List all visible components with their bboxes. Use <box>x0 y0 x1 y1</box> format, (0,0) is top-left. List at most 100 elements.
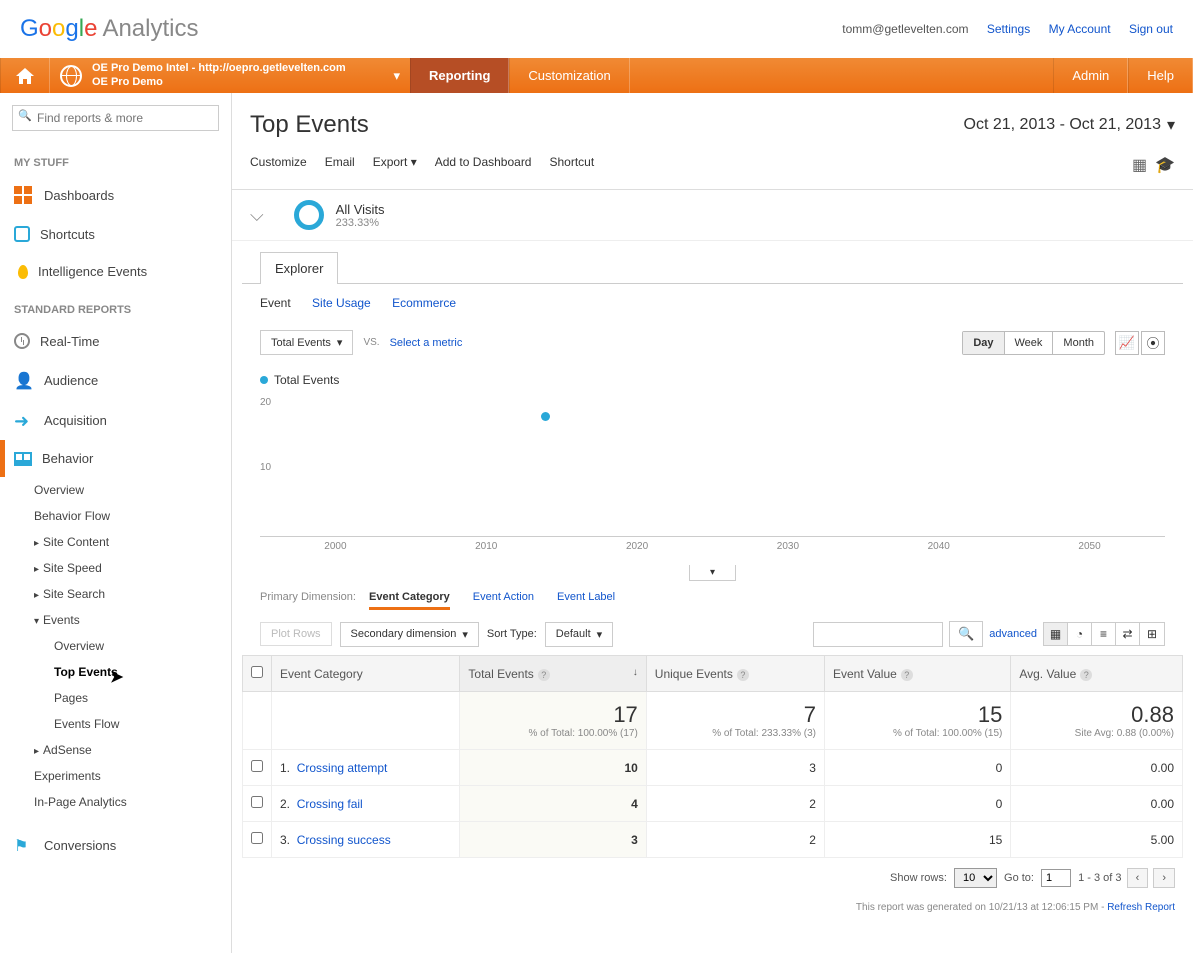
goto-input[interactable] <box>1041 869 1071 887</box>
sidebar: MY STUFF Dashboards Shortcuts Intelligen… <box>0 93 232 953</box>
month-toggle[interactable]: Month <box>1053 332 1104 354</box>
sidebar-acquisition[interactable]: ➜Acquisition <box>0 400 231 440</box>
clock-icon <box>14 333 30 349</box>
x-tick: 2020 <box>626 541 648 552</box>
add-dashboard-button[interactable]: Add to Dashboard <box>435 155 532 175</box>
sub-top-events[interactable]: Top Events ➤ <box>0 659 231 685</box>
sub-site-search[interactable]: Site Search <box>0 581 231 607</box>
admin-tab[interactable]: Admin <box>1053 58 1128 93</box>
expand-segments[interactable]: ⌵ <box>250 205 264 226</box>
table-search-input[interactable] <box>813 622 943 647</box>
explorer-tab[interactable]: Explorer <box>260 252 338 284</box>
sidebar-dashboards[interactable]: Dashboards <box>0 175 231 215</box>
sidebar-audience[interactable]: Audience <box>0 360 231 400</box>
home-icon <box>16 68 34 84</box>
date-range-selector[interactable]: Oct 21, 2013 - Oct 21, 2013▾ <box>964 115 1175 135</box>
sub-behavior-flow[interactable]: Behavior Flow <box>0 503 231 529</box>
sidebar-conversions[interactable]: ⚑Conversions <box>0 825 231 865</box>
help-icon[interactable]: ? <box>901 669 913 681</box>
totals-row: 17% of Total: 100.00% (17) 7% of Total: … <box>243 692 1183 750</box>
rows-select[interactable]: 10 <box>954 868 997 888</box>
sub-site-content[interactable]: Site Content <box>0 529 231 555</box>
week-toggle[interactable]: Week <box>1005 332 1054 354</box>
chart-expand-handle[interactable]: ▾ <box>689 565 736 581</box>
graduation-icon[interactable]: 🎓 <box>1155 155 1175 175</box>
customize-button[interactable]: Customize <box>250 155 307 175</box>
sign-out-link[interactable]: Sign out <box>1129 22 1173 36</box>
col-total-events[interactable]: Total Events?↓ <box>460 656 646 692</box>
sidebar-realtime[interactable]: Real-Time <box>0 322 231 360</box>
dim-event-action[interactable]: Event Action <box>473 591 534 603</box>
category-link[interactable]: Crossing fail <box>297 797 363 811</box>
sidebar-intelligence[interactable]: Intelligence Events <box>0 253 231 290</box>
help-icon[interactable]: ? <box>538 669 550 681</box>
settings-link[interactable]: Settings <box>987 22 1030 36</box>
property-selector[interactable]: OE Pro Demo Intel - http://oepro.getleve… <box>50 58 410 93</box>
sub-adsense[interactable]: AdSense <box>0 737 231 763</box>
view-name: OE Pro Demo <box>92 76 346 89</box>
row-checkbox[interactable] <box>251 832 263 844</box>
col-event-value[interactable]: Event Value? <box>824 656 1010 692</box>
ecommerce-subtab[interactable]: Ecommerce <box>392 296 456 310</box>
help-tab[interactable]: Help <box>1128 58 1193 93</box>
customization-tab[interactable]: Customization <box>509 58 629 93</box>
sub-site-speed[interactable]: Site Speed <box>0 555 231 581</box>
sub-events[interactable]: Events <box>0 607 231 633</box>
bar-view-icon[interactable]: ≡ <box>1092 623 1116 645</box>
reporting-tab[interactable]: Reporting <box>410 58 509 93</box>
segment-name: All Visits <box>336 202 385 217</box>
pie-view-icon[interactable]: ◔ <box>1068 623 1092 645</box>
table-row: 1. Crossing attempt 10 3 0 0.00 <box>243 750 1183 786</box>
metric-selector[interactable]: Total Events ▾ <box>260 330 353 355</box>
help-icon[interactable]: ? <box>737 669 749 681</box>
help-icon[interactable]: ? <box>1080 669 1092 681</box>
pivot-view-icon[interactable]: ⊞ <box>1140 623 1164 645</box>
col-unique-events[interactable]: Unique Events? <box>646 656 824 692</box>
sub-inpage[interactable]: In-Page Analytics <box>0 789 231 815</box>
sub-events-overview[interactable]: Overview <box>0 633 231 659</box>
secondary-dimension[interactable]: Secondary dimension ▾ <box>340 622 479 647</box>
sidebar-shortcuts[interactable]: Shortcuts <box>0 215 231 253</box>
search-input[interactable] <box>12 105 219 131</box>
my-account-link[interactable]: My Account <box>1049 22 1111 36</box>
email-button[interactable]: Email <box>325 155 355 175</box>
report-toolbar: Customize Email Export ▾ Add to Dashboar… <box>232 149 1193 190</box>
dim-event-label[interactable]: Event Label <box>557 591 615 603</box>
sub-events-flow[interactable]: Events Flow <box>0 711 231 737</box>
col-category[interactable]: Event Category <box>272 656 460 692</box>
home-button[interactable] <box>0 58 50 93</box>
shortcut-button[interactable]: Shortcut <box>549 155 594 175</box>
dim-event-category[interactable]: Event Category <box>369 591 450 610</box>
data-point[interactable] <box>541 412 550 421</box>
comparison-view-icon[interactable]: ⇄ <box>1116 623 1140 645</box>
sub-events-pages[interactable]: Pages <box>0 685 231 711</box>
sub-overview[interactable]: Overview <box>0 477 231 503</box>
page-range: 1 - 3 of 3 <box>1078 872 1121 884</box>
table-search-button[interactable]: 🔍 <box>949 621 983 647</box>
export-button[interactable]: Export ▾ <box>373 155 417 175</box>
refresh-report-link[interactable]: Refresh Report <box>1107 902 1175 913</box>
select-all-checkbox[interactable] <box>251 666 263 678</box>
x-tick: 2030 <box>777 541 799 552</box>
sidebar-behavior[interactable]: Behavior <box>0 440 231 477</box>
grid-icon[interactable]: ▦ <box>1132 155 1147 175</box>
prev-page-button[interactable]: ‹ <box>1127 868 1149 888</box>
table-view-icon[interactable]: ▦ <box>1044 623 1068 645</box>
pager: Show rows: 10 Go to: 1 - 3 of 3 ‹ › <box>232 858 1193 898</box>
col-avg-value[interactable]: Avg. Value? <box>1011 656 1183 692</box>
row-checkbox[interactable] <box>251 760 263 772</box>
motion-chart-icon[interactable]: ⦿ <box>1141 331 1165 355</box>
category-link[interactable]: Crossing success <box>297 833 391 847</box>
sub-experiments[interactable]: Experiments <box>0 763 231 789</box>
line-chart-icon[interactable]: 📈 <box>1115 331 1139 355</box>
row-checkbox[interactable] <box>251 796 263 808</box>
category-link[interactable]: Crossing attempt <box>297 761 388 775</box>
day-toggle[interactable]: Day <box>963 332 1004 354</box>
bulb-icon <box>18 265 28 279</box>
advanced-link[interactable]: advanced <box>989 628 1037 640</box>
site-usage-subtab[interactable]: Site Usage <box>312 296 371 310</box>
next-page-button[interactable]: › <box>1153 868 1175 888</box>
select-metric-link[interactable]: Select a metric <box>390 337 463 349</box>
sort-type-select[interactable]: Default ▾ <box>545 622 613 647</box>
event-subtab[interactable]: Event <box>260 296 291 310</box>
